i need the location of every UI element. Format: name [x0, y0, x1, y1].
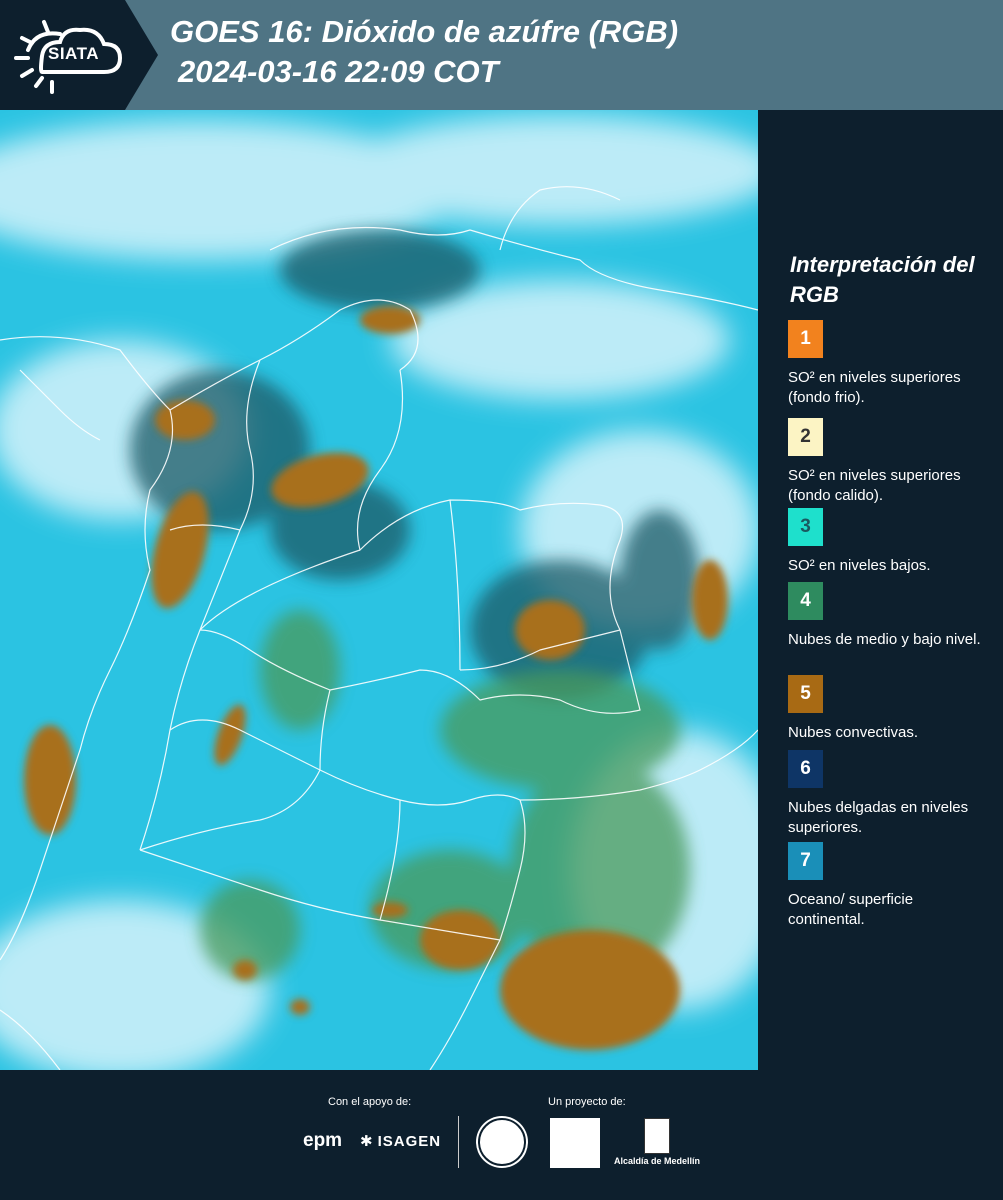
area-metropolitana-logo-icon [550, 1118, 600, 1168]
page-title: GOES 16: Dióxido de azúfre (RGB) [170, 14, 679, 49]
medellin-seal-icon [478, 1118, 526, 1166]
alcaldia-shield-icon [644, 1118, 670, 1154]
project-label: Un proyecto de: [548, 1096, 626, 1108]
logo-text: SIATA [48, 44, 99, 63]
legend-swatch-7: 7 [788, 842, 823, 880]
legend-swatch-5: 5 [788, 675, 823, 713]
isagen-text: ISAGEN [377, 1132, 442, 1150]
legend-label-2: SO² en niveles superiores (fondo calido)… [788, 467, 961, 504]
legend-swatch-6: 6 [788, 750, 823, 788]
isagen-star-icon: ✱ [360, 1133, 374, 1150]
epm-logo: epm [303, 1130, 343, 1151]
legend-item-5: 5 Nubes convectivas. [788, 675, 993, 743]
legend-number-4: 4 [800, 590, 811, 611]
page-timestamp: 2024-03-16 22:09 COT [178, 54, 499, 89]
legend-panel: Interpretación del RGB 1 SO² en niveles … [758, 110, 1003, 1070]
legend-label-1: SO² en niveles superiores (fondo frio). [788, 369, 961, 406]
legend-swatch-3: 3 [788, 508, 823, 546]
isagen-logo: ✱ ISAGEN [360, 1132, 442, 1151]
legend-swatch-2: 2 [788, 418, 823, 456]
legend-label-4: Nubes de medio y bajo nivel. [788, 631, 981, 648]
satellite-rgb-map-icon [0, 110, 758, 1070]
alcaldia-logo: Alcaldía de Medellín [612, 1118, 702, 1170]
legend-swatch-4: 4 [788, 582, 823, 620]
legend-number-6: 6 [800, 758, 811, 779]
legend-item-7: 7 Oceano/ superficie continental. [788, 842, 993, 930]
footer-bar: Con el apoyo de: Un proyecto de: epm ✱ I… [0, 1070, 1003, 1200]
legend-number-1: 1 [800, 328, 811, 349]
legend-item-1: 1 SO² en niveles superiores (fondo frio)… [788, 320, 993, 408]
legend-item-2: 2 SO² en niveles superiores (fondo calid… [788, 418, 993, 506]
legend-number-2: 2 [800, 426, 811, 447]
legend-item-3: 3 SO² en niveles bajos. [788, 508, 993, 576]
legend-number-5: 5 [800, 683, 811, 704]
siata-logo: SIATA [0, 0, 158, 110]
legend-item-6: 6 Nubes delgadas en niveles superiores. [788, 750, 993, 838]
header-bar: SIATA GOES 16: Dióxido de azúfre (RGB) 2… [0, 0, 1003, 110]
legend-label-6: Nubes delgadas en niveles superiores. [788, 799, 969, 836]
satellite-map [0, 110, 758, 1070]
alcaldia-text: Alcaldía de Medellín [613, 1156, 701, 1166]
legend-item-4: 4 Nubes de medio y bajo nivel. [788, 582, 993, 650]
legend-swatch-1: 1 [788, 320, 823, 358]
legend-label-3: SO² en niveles bajos. [788, 557, 931, 574]
legend-title: Interpretación del RGB [790, 252, 975, 307]
footer-divider [458, 1116, 459, 1168]
legend-number-3: 3 [800, 516, 811, 537]
legend-number-7: 7 [800, 850, 811, 871]
support-label: Con el apoyo de: [328, 1096, 412, 1108]
legend-label-5: Nubes convectivas. [788, 724, 919, 741]
legend-label-7: Oceano/ superficie continental. [788, 891, 914, 928]
